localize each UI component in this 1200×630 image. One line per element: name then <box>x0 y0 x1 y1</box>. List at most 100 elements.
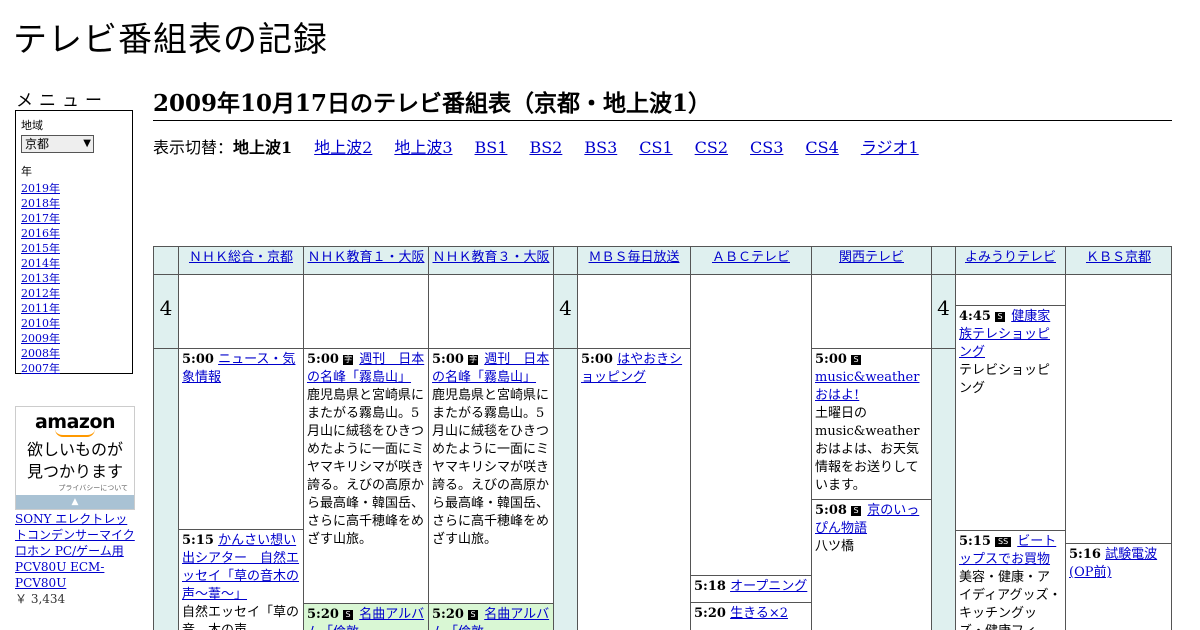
empty-slot <box>690 274 812 576</box>
hour-column <box>553 348 578 630</box>
empty-slot <box>178 274 304 349</box>
program-time: 5:00 <box>307 352 339 367</box>
switch-label: 表示切替： <box>153 138 234 157</box>
program-cell: 5:15 かんさい想い出シアター 自然エッセイ「草の音木の声～葦～」 自然エッセ… <box>178 529 304 630</box>
switch-link[interactable]: 地上波2 <box>314 138 372 157</box>
program-title-link[interactable]: オープニング <box>730 579 807 594</box>
program-time: 5:08 <box>815 503 847 518</box>
program-cell: 5:00 字 週刊 日本の名峰「霧島山」 鹿児島県と宮崎県にまたがる霧島山。5月… <box>428 348 554 604</box>
switch-link[interactable]: BS3 <box>584 138 617 157</box>
ad-privacy-link[interactable]: プライバシーについて <box>16 483 134 493</box>
hour-column <box>153 348 179 630</box>
program-cell: 5:00 字 週刊 日本の名峰「霧島山」 鹿児島県と宮崎県にまたがる霧島山。5月… <box>303 348 429 604</box>
channel-link[interactable]: ＫＢＳ京都 <box>1086 250 1151 265</box>
program-time: 5:18 <box>694 579 726 594</box>
program-cell: 5:18 オープニング <box>690 575 812 603</box>
amazon-logo: amazon <box>34 411 116 433</box>
channel-link[interactable]: 関西テレビ <box>839 250 904 265</box>
program-cell: 5:20 S 名曲アルバム「倫敦 <box>428 603 554 630</box>
program-title-link[interactable]: music&weatherおはよ! <box>815 370 919 403</box>
switch-current: 地上波1 <box>233 138 293 157</box>
ad-expand-bar[interactable]: ▲ <box>16 495 134 509</box>
year-link[interactable]: 2008年 <box>21 347 60 360</box>
program-grid: ＮＨＫ総合・京都 ＮＨＫ教育１・大阪 ＮＨＫ教育３・大阪 ＭＢＳ毎日放送 ＡＢＣ… <box>153 246 1172 630</box>
program-description: 八ツ橋 <box>815 539 855 554</box>
year-link[interactable]: 2013年 <box>21 272 60 285</box>
channel-header[interactable]: よみうりテレビ <box>955 246 1066 275</box>
stereo-mark-icon: SS <box>995 537 1012 547</box>
stereo-mark-icon: S <box>343 610 354 620</box>
menu-box: 地域 京都 ▼ 年 2019年 2018年 2017年 2016年 2015年 … <box>15 110 133 376</box>
stereo-mark-icon: S <box>468 610 479 620</box>
empty-slot <box>577 274 691 349</box>
grid-corner <box>553 246 578 275</box>
program-time: 4:45 <box>959 309 991 324</box>
year-link[interactable]: 2014年 <box>21 257 60 270</box>
program-description: テレビショッピング <box>959 363 1051 396</box>
channel-header[interactable]: ＫＢＳ京都 <box>1065 246 1172 275</box>
program-description: 鹿児島県と宮崎県にまたがる霧島山。5月山に絨毯をひきつめたように一面にミヤマキリ… <box>307 388 425 547</box>
region-select[interactable]: 京都 ▼ <box>21 135 94 153</box>
program-time: 5:20 <box>432 607 464 622</box>
stereo-mark-icon: S <box>995 312 1006 322</box>
program-description: 土曜日のmusic&weatherおはよは、お天気情報をお送りしています。 <box>815 406 920 493</box>
stereo-mark-icon: S <box>851 355 862 365</box>
page-title: 2009年10月17日のテレビ番組表（京都・地上波1） <box>153 84 1172 121</box>
subtitle-mark-icon: 字 <box>468 355 479 365</box>
switch-link[interactable]: ラジオ1 <box>861 138 919 157</box>
program-description: 美容・健康・アイディアグッズ・キッチングッズ・健康フィ <box>959 570 1062 630</box>
switch-link[interactable]: CS1 <box>639 138 672 157</box>
year-link[interactable]: 2007年 <box>21 362 60 375</box>
program-time: 5:00 <box>581 352 613 367</box>
program-cell: 4:45 S 健康家族テレショッピング テレビショッピング <box>955 305 1066 531</box>
year-link[interactable]: 2009年 <box>21 332 60 345</box>
channel-header[interactable]: 関西テレビ <box>811 246 932 275</box>
channel-header[interactable]: ＮＨＫ教育３・大阪 <box>428 246 554 275</box>
year-link[interactable]: 2019年 <box>21 182 60 195</box>
year-list: 2019年 2018年 2017年 2016年 2015年 2014年 2013… <box>21 181 127 376</box>
year-link[interactable]: 2017年 <box>21 212 60 225</box>
program-cell: 5:00 はやおきショッピング <box>577 348 691 630</box>
program-description: 自然エッセイ「草の音 木の声 <box>182 605 300 630</box>
channel-link[interactable]: ＮＨＫ総合・京都 <box>189 250 293 265</box>
program-time: 5:16 <box>1069 547 1101 562</box>
year-link[interactable]: 2011年 <box>21 302 60 315</box>
region-label: 地域 <box>21 119 43 132</box>
empty-slot <box>811 274 932 349</box>
channel-header[interactable]: ＮＨＫ教育１・大阪 <box>303 246 429 275</box>
program-cell: 5:08 S 京のいっぴん物語 八ツ橋 <box>811 499 932 630</box>
program-time: 5:20 <box>694 606 726 621</box>
year-link[interactable]: 2012年 <box>21 287 60 300</box>
year-link[interactable]: 2018年 <box>21 197 60 210</box>
program-title-link[interactable]: 生きる×2 <box>730 606 788 621</box>
ad-tagline-2: 見つかります <box>26 462 123 481</box>
hour-label: 4 <box>153 274 179 349</box>
channel-header[interactable]: ＮＨＫ総合・京都 <box>178 246 304 275</box>
channel-link[interactable]: ＮＨＫ教育３・大阪 <box>432 250 549 265</box>
channel-header[interactable]: ＡＢＣテレビ <box>690 246 812 275</box>
channel-link[interactable]: ＮＨＫ教育１・大阪 <box>307 250 424 265</box>
year-link[interactable]: 2015年 <box>21 242 60 255</box>
switch-link[interactable]: CS2 <box>695 138 728 157</box>
program-time: 5:20 <box>307 607 339 622</box>
chevron-up-icon: ▲ <box>71 497 79 507</box>
switch-link[interactable]: CS3 <box>750 138 783 157</box>
amazon-ad[interactable]: amazon 欲しいものが 見つかります プライバシーについて ▲ <box>15 406 135 510</box>
year-link[interactable]: 2010年 <box>21 317 60 330</box>
ad-product-link[interactable]: SONY エレクトレットコンデンサーマイクロホン PC/ゲーム用 PCV80U … <box>15 512 135 590</box>
empty-slot <box>303 274 429 349</box>
year-label: 年 <box>21 165 32 178</box>
subtitle-mark-icon: 字 <box>343 355 354 365</box>
hour-column <box>931 348 956 630</box>
program-time: 5:00 <box>815 352 847 367</box>
switch-link[interactable]: BS2 <box>529 138 562 157</box>
switch-link[interactable]: 地上波3 <box>394 138 452 157</box>
channel-link[interactable]: よみうりテレビ <box>965 250 1056 265</box>
switch-link[interactable]: CS4 <box>805 138 838 157</box>
channel-link[interactable]: ＡＢＣテレビ <box>712 250 790 265</box>
channel-header[interactable]: ＭＢＳ毎日放送 <box>577 246 691 275</box>
switch-link[interactable]: BS1 <box>475 138 508 157</box>
channel-link[interactable]: ＭＢＳ毎日放送 <box>588 250 679 265</box>
program-cell: 5:00 S music&weatherおはよ! 土曜日のmusic&weath… <box>811 348 932 500</box>
year-link[interactable]: 2016年 <box>21 227 60 240</box>
